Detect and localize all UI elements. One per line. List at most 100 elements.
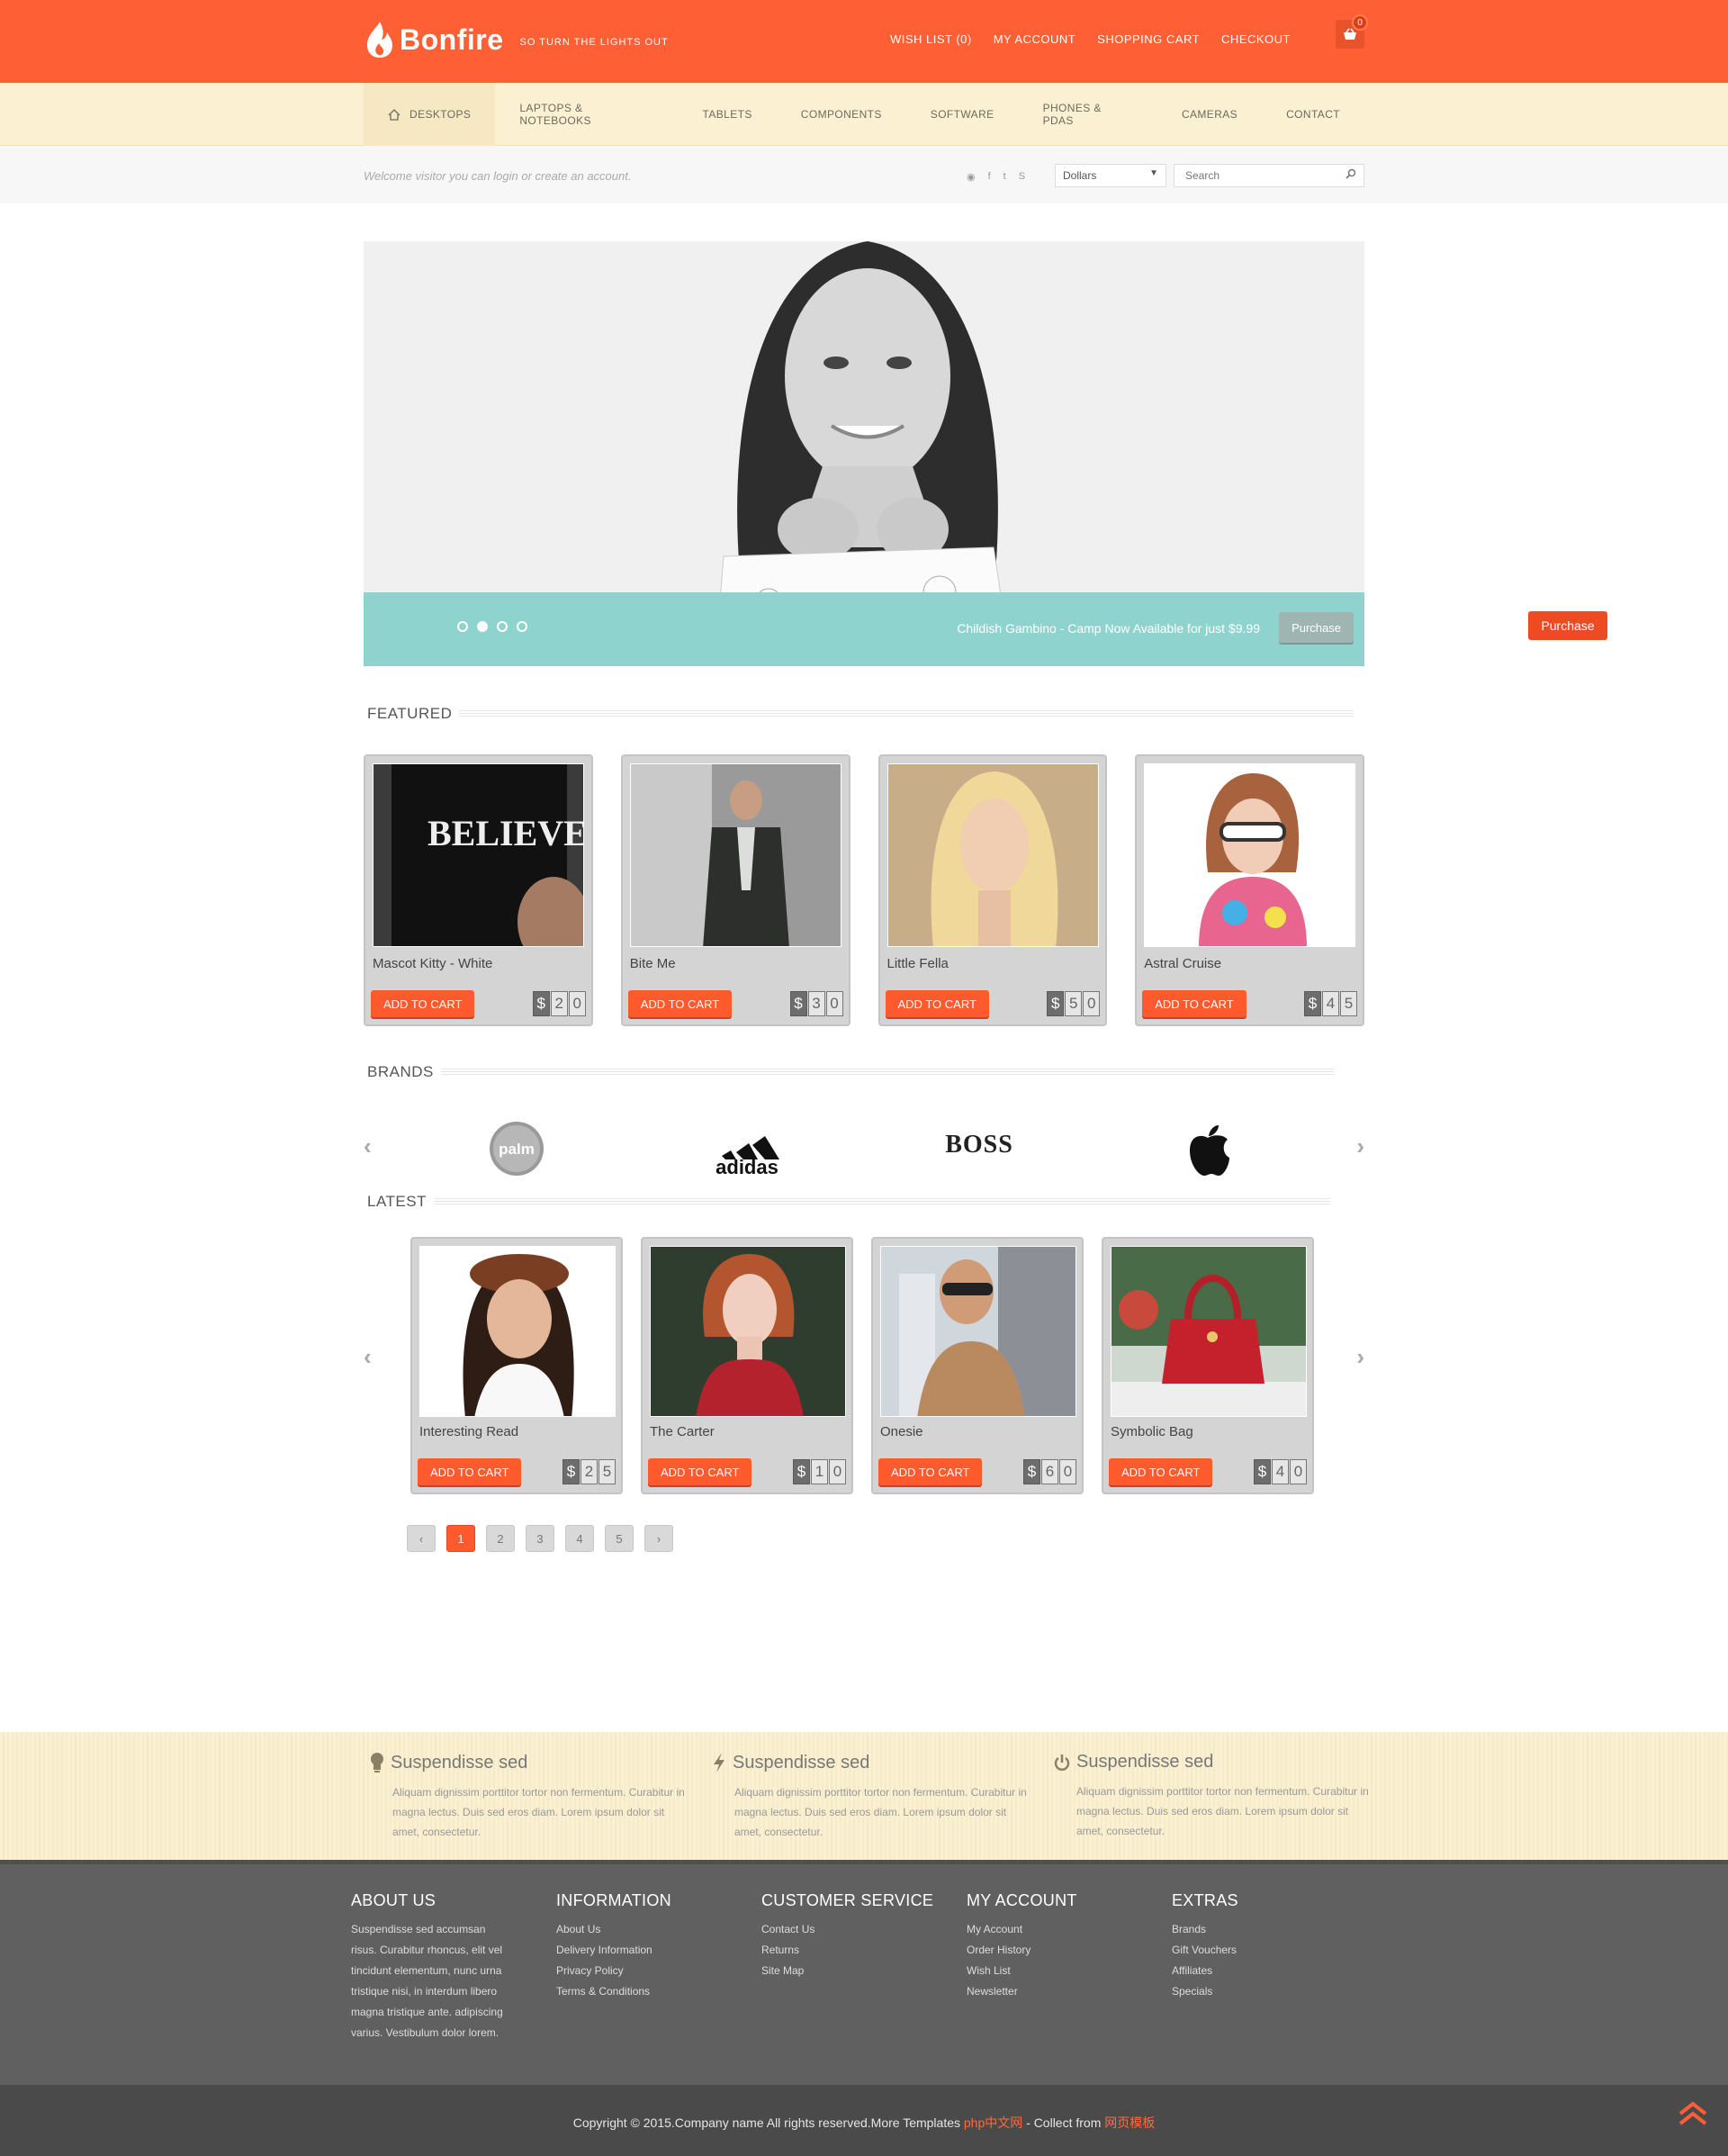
add-to-cart-button[interactable]: ADD TO CART (1142, 990, 1246, 1017)
slider-dot[interactable] (497, 621, 508, 632)
hero-slider[interactable]: Childish Gambino - Camp Now Available fo… (364, 241, 1364, 666)
add-to-cart-button[interactable]: ADD TO CART (1109, 1458, 1213, 1485)
footer-link[interactable]: Delivery Information (556, 1940, 671, 1961)
product-image[interactable] (650, 1246, 846, 1417)
product-name[interactable]: The Carter (650, 1424, 715, 1439)
facebook-icon[interactable]: f (988, 171, 991, 183)
product-card[interactable]: Astral Cruise ADD TO CART $ 4 5 (1135, 754, 1364, 1026)
slide-caption: Childish Gambino - Camp Now Available fo… (957, 621, 1260, 636)
chevron-right-icon[interactable]: › (1356, 1132, 1364, 1160)
back-to-top-icon[interactable] (1678, 2101, 1708, 2126)
product-image[interactable]: BELIEVE (373, 763, 584, 947)
shopping-cart-link[interactable]: SHOPPING CART (1097, 32, 1200, 46)
wish-list-link[interactable]: WISH LIST (0) (890, 32, 972, 46)
slider-dot[interactable] (457, 621, 468, 632)
product-name[interactable]: Little Fella (887, 956, 949, 971)
twitter-icon[interactable]: t (1004, 171, 1006, 183)
product-image[interactable] (880, 1246, 1076, 1417)
palm-logo[interactable]: palm (488, 1120, 545, 1177)
footer-link[interactable]: Site Map (761, 1961, 933, 1981)
page-button[interactable]: 4 (565, 1525, 594, 1552)
side-purchase-button[interactable]: Purchase (1528, 611, 1607, 640)
page-button[interactable]: 3 (526, 1525, 554, 1552)
add-to-cart-button[interactable]: ADD TO CART (627, 990, 733, 1017)
chevron-left-icon[interactable]: ‹ (364, 1343, 372, 1371)
product-name[interactable]: Onesie (880, 1424, 923, 1439)
add-to-cart-button[interactable]: ADD TO CART (371, 990, 475, 1017)
nav-item-components[interactable]: COMPONENTS (777, 83, 906, 146)
product-image[interactable] (419, 1246, 616, 1417)
rss-icon[interactable]: ◉ (967, 171, 976, 183)
nav-item-laptops[interactable]: LAPTOPS & NOTEBOOKS (495, 83, 678, 146)
page-button-current[interactable]: 1 (446, 1525, 475, 1552)
page-button[interactable]: 2 (486, 1525, 515, 1552)
my-account-link[interactable]: MY ACCOUNT (994, 32, 1076, 46)
footer-link[interactable]: Affiliates (1172, 1961, 1238, 1981)
copyright-bar: Copyright © 2015.Company name All rights… (0, 2085, 1728, 2156)
footer-link[interactable]: Wish List (967, 1961, 1077, 1981)
product-card[interactable]: Bite Me ADD TO CART $ 3 0 (620, 754, 850, 1026)
welcome-text[interactable]: Welcome visitor you can login or create … (364, 169, 631, 183)
product-image[interactable] (1144, 763, 1356, 947)
footer-link[interactable]: Privacy Policy (556, 1961, 671, 1981)
footer-heading: INFORMATION (556, 1891, 671, 1909)
product-name[interactable]: Interesting Read (419, 1424, 518, 1439)
slide-caption-bar: Childish Gambino - Camp Now Available fo… (364, 592, 1364, 666)
product-card[interactable]: Symbolic Bag ADD TO CART $ 4 0 (1102, 1237, 1314, 1494)
footer-link[interactable]: Specials (1172, 1981, 1238, 2002)
footer-link[interactable]: My Account (967, 1919, 1077, 1940)
product-card[interactable]: The Carter ADD TO CART $ 1 0 (641, 1237, 853, 1494)
nav-item-desktops[interactable]: DESKTOPS (364, 83, 496, 146)
logo[interactable]: Bonfire SO TURN THE LIGHTS OUT (364, 20, 669, 59)
prev-page-button[interactable]: ‹ (407, 1525, 436, 1552)
product-name[interactable]: Bite Me (630, 956, 676, 971)
next-page-button[interactable]: › (644, 1525, 673, 1552)
product-name[interactable]: Astral Cruise (1144, 956, 1221, 971)
nav-item-software[interactable]: SOFTWARE (906, 83, 1019, 146)
nav-item-tablets[interactable]: TABLETS (679, 83, 777, 146)
source-link[interactable]: 网页模板 (1104, 2115, 1155, 2130)
add-to-cart-button[interactable]: ADD TO CART (648, 1458, 752, 1485)
slider-dot[interactable] (517, 621, 527, 632)
nav-item-cameras[interactable]: CAMERAS (1157, 83, 1262, 146)
product-card[interactable]: BELIEVE Mascot Kitty - White ADD TO CART… (364, 754, 593, 1026)
add-to-cart-button[interactable]: ADD TO CART (418, 1458, 522, 1485)
product-card[interactable]: Little Fella ADD TO CART $ 5 0 (878, 754, 1108, 1026)
footer-link[interactable]: Brands (1172, 1919, 1238, 1940)
checkout-link[interactable]: CHECKOUT (1221, 32, 1291, 46)
search-icon[interactable] (1346, 168, 1356, 179)
product-card[interactable]: Onesie ADD TO CART $ 6 0 (871, 1237, 1084, 1494)
skype-icon[interactable]: S (1019, 171, 1025, 183)
chevron-left-icon[interactable]: ‹ (364, 1132, 372, 1160)
footer-link[interactable]: About Us (556, 1919, 671, 1940)
nav-item-contact[interactable]: CONTACT (1262, 83, 1364, 146)
add-to-cart-button[interactable]: ADD TO CART (878, 1458, 983, 1485)
footer-link[interactable]: Order History (967, 1940, 1077, 1961)
footer-link[interactable]: Terms & Conditions (556, 1981, 671, 2002)
copyright-text: Copyright © 2015.Company name All rights… (0, 2114, 1728, 2132)
currency-select[interactable]: Dollars ▼ (1055, 164, 1166, 187)
footer-link[interactable]: Gift Vouchers (1172, 1940, 1238, 1961)
slider-dot-active[interactable] (477, 621, 488, 632)
template-link[interactable]: php中文网 (964, 2115, 1022, 2130)
product-image[interactable] (886, 763, 1099, 947)
search-input[interactable]: Search (1174, 164, 1364, 187)
add-to-cart-button[interactable]: ADD TO CART (885, 990, 989, 1017)
footer-link[interactable]: Newsletter (967, 1981, 1077, 2002)
boss-logo[interactable]: BOSS (941, 1127, 1017, 1163)
product-card[interactable]: Interesting Read ADD TO CART $ 2 5 (410, 1237, 623, 1494)
product-name[interactable]: Mascot Kitty - White (373, 956, 492, 971)
product-image[interactable] (629, 763, 842, 947)
nav-item-phones[interactable]: PHONES & PDAS (1019, 83, 1157, 146)
product-name[interactable]: Symbolic Bag (1111, 1424, 1193, 1439)
features-band: Suspendisse sed Aliquam dignissim portti… (0, 1732, 1728, 1860)
apple-logo[interactable] (1184, 1123, 1231, 1177)
chevron-right-icon[interactable]: › (1356, 1343, 1364, 1371)
footer-link[interactable]: Contact Us (761, 1919, 933, 1940)
tagline: SO TURN THE LIGHTS OUT (519, 37, 669, 48)
adidas-logo[interactable]: adidas (709, 1125, 785, 1176)
page-button[interactable]: 5 (605, 1525, 634, 1552)
product-image[interactable] (1111, 1246, 1307, 1417)
slide-purchase-button[interactable]: Purchase (1279, 612, 1354, 643)
footer-link[interactable]: Returns (761, 1940, 933, 1961)
